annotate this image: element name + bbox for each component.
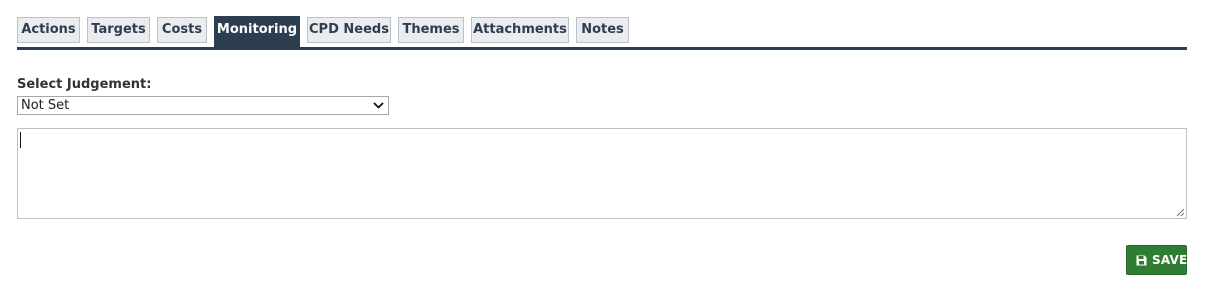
monitoring-panel: Actions Targets Costs Monitoring CPD Nee…	[0, 0, 1226, 305]
tab-costs[interactable]: Costs	[157, 17, 207, 43]
tab-notes[interactable]: Notes	[576, 17, 629, 43]
save-button[interactable]: SAVE	[1126, 245, 1187, 275]
text-caret	[20, 132, 21, 148]
tab-attachments[interactable]: Attachments	[471, 17, 569, 43]
floppy-disk-icon	[1136, 255, 1147, 266]
judgement-selected-value: Not Set	[21, 98, 70, 113]
judgement-label: Select Judgement:	[17, 77, 152, 92]
tab-cpd-needs[interactable]: CPD Needs	[307, 17, 391, 43]
monitoring-comment-textarea[interactable]	[17, 128, 1187, 219]
tab-themes[interactable]: Themes	[398, 17, 464, 43]
tab-monitoring[interactable]: Monitoring	[214, 16, 300, 47]
tab-targets[interactable]: Targets	[87, 17, 150, 43]
chevron-down-icon	[373, 102, 384, 109]
judgement-select[interactable]: Not Set	[17, 96, 389, 115]
save-button-label: SAVE	[1152, 253, 1188, 267]
tab-bar: Actions Targets Costs Monitoring CPD Nee…	[17, 16, 1187, 50]
resize-grip-icon[interactable]	[1175, 207, 1185, 217]
tab-actions[interactable]: Actions	[17, 17, 80, 43]
